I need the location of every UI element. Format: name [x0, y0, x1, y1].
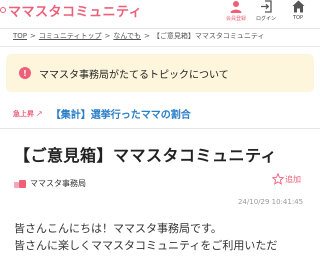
- rising-topic: 急上昇 ↗ 【集計】選挙行ったママの割合: [13, 106, 191, 121]
- breadcrumb-community-link[interactable]: コミュニティトップ: [39, 32, 102, 40]
- body-line: 皆さんこんにちは！ママスタ事務局です。: [14, 222, 222, 235]
- breadcrumb-separator: >: [30, 32, 36, 40]
- top-button[interactable]: TOP: [284, 0, 312, 26]
- home-icon: [292, 0, 304, 13]
- breadcrumb-category-link[interactable]: なんでも: [113, 32, 141, 40]
- topic-author: ママスタ事務局: [14, 178, 86, 189]
- header-divider: [0, 28, 320, 29]
- author-icon: [14, 179, 26, 188]
- user-icon: [230, 1, 242, 13]
- topic-body: 皆さんこんにちは！ママスタ事務局です。 皆さんに楽しくママスタコミュニティをご利…: [14, 220, 314, 254]
- login-icon: [260, 0, 272, 13]
- add-favorite-button[interactable]: 追加: [272, 173, 301, 185]
- trending-up-icon: ↗: [36, 109, 43, 118]
- breadcrumb-divider: [0, 46, 320, 47]
- breadcrumb-top-link[interactable]: TOP: [13, 32, 27, 40]
- site-logo[interactable]: ママスタコミュニティ: [0, 0, 142, 20]
- post-timestamp: 24/10/29 10:41:45: [238, 198, 304, 206]
- breadcrumb-separator: >: [104, 32, 111, 40]
- breadcrumb-separator: >: [144, 32, 150, 40]
- logo-mark-icon: [0, 7, 6, 13]
- site-header: ママスタコミュニティ 会員登録 ログイン TOP: [0, 0, 320, 28]
- notice-text: ママスタ事務局がたてるトピックについて: [39, 69, 229, 81]
- star-icon: [272, 173, 284, 185]
- add-favorite-label: 追加: [285, 174, 301, 184]
- login-button[interactable]: ログイン: [252, 0, 280, 26]
- topic-title: 【ご意見箱】ママスタコミュニティ: [14, 146, 278, 165]
- notice-banner[interactable]: ! ママスタ事務局がたてるトピックについて: [6, 54, 314, 92]
- login-label: ログイン: [255, 16, 276, 22]
- rising-topic-link[interactable]: 【集計】選挙行ったママの割合: [51, 106, 191, 121]
- register-label: 会員登録: [225, 16, 246, 22]
- exclamation-icon: !: [19, 67, 31, 79]
- body-line: 皆さんに楽しくママスタコミュニティをご利用いただ: [14, 239, 278, 252]
- top-label: TOP: [292, 15, 303, 21]
- breadcrumb: TOP > コミュニティトップ > なんでも > 【ご意見箱】ママスタコミュニティ: [13, 31, 264, 41]
- logo-text: ママスタコミュニティ: [8, 4, 143, 20]
- author-name: ママスタ事務局: [30, 179, 86, 188]
- rising-divider: [0, 128, 320, 129]
- breadcrumb-current: 【ご意見箱】ママスタコミュニティ: [152, 32, 265, 40]
- register-button[interactable]: 会員登録: [222, 0, 250, 26]
- rising-badge: 急上昇: [13, 109, 34, 118]
